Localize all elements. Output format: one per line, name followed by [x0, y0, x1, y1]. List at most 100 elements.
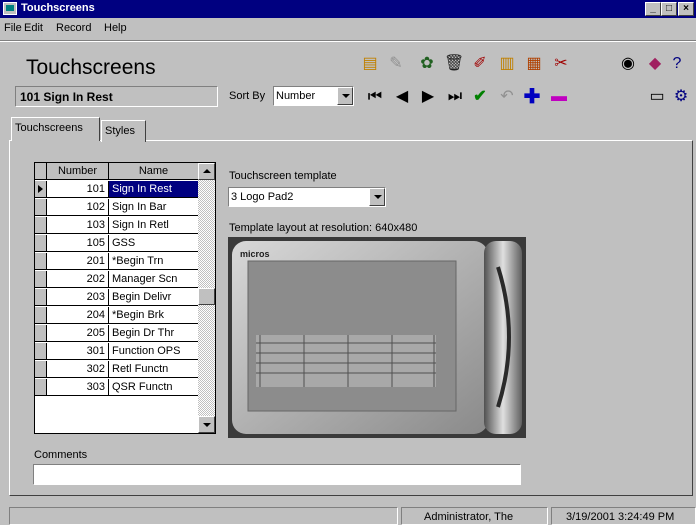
template-preview: micros — [228, 237, 526, 438]
row-selector[interactable] — [35, 253, 47, 270]
cut-icon[interactable]: ✂ — [552, 55, 570, 73]
row-number[interactable]: 205 — [47, 325, 109, 342]
layout-resolution-label: Template layout at resolution: 640x480 — [229, 222, 418, 234]
remove-record-icon[interactable]: ▬ — [550, 88, 568, 106]
status-pane-main — [9, 507, 398, 525]
row-number[interactable]: 303 — [47, 379, 109, 396]
row-name[interactable]: Function OPS — [109, 343, 199, 360]
row-selector[interactable] — [35, 343, 47, 360]
copy-record-icon[interactable]: ▤ — [361, 55, 379, 73]
template-value: 3 Logo Pad2 — [231, 191, 294, 203]
row-number[interactable]: 201 — [47, 253, 109, 270]
current-row-indicator-icon[interactable] — [35, 181, 47, 198]
edit-icon[interactable]: ✐ — [471, 55, 489, 73]
menu-record[interactable]: Record — [56, 22, 91, 34]
row-name[interactable]: GSS — [109, 235, 199, 252]
row-selector[interactable] — [35, 289, 47, 306]
brand-logo: micros — [240, 249, 270, 259]
grid-corner — [35, 163, 47, 180]
menu-separator — [0, 40, 696, 42]
row-number[interactable]: 202 — [47, 271, 109, 288]
scroll-up-button[interactable] — [198, 163, 215, 180]
table-row[interactable]: 105 GSS — [35, 235, 199, 252]
delete-icon[interactable]: 🗑 — [444, 55, 464, 73]
help-pointer-icon[interactable]: ? — [668, 55, 686, 73]
row-number[interactable]: 301 — [47, 343, 109, 360]
record-group-icon[interactable]: ✿ — [418, 55, 436, 73]
status-user: Administrator, The — [401, 507, 548, 525]
row-selector[interactable] — [35, 199, 47, 216]
row-number[interactable]: 105 — [47, 235, 109, 252]
row-name[interactable]: Retl Functn — [109, 361, 199, 378]
close-button[interactable]: × — [678, 2, 694, 16]
row-selector[interactable] — [35, 235, 47, 252]
tab-touchscreens[interactable]: Touchscreens — [11, 117, 100, 141]
tag-icon[interactable]: ◆ — [646, 55, 664, 73]
monitor-icon[interactable]: ▭ — [648, 88, 666, 106]
row-selector[interactable] — [35, 379, 47, 396]
table-row[interactable]: 302 Retl Functn — [35, 361, 199, 378]
row-selector[interactable] — [35, 361, 47, 378]
table-row[interactable]: 201 *Begin Trn — [35, 253, 199, 270]
add-record-icon[interactable]: ✚ — [523, 87, 541, 107]
row-name[interactable]: *Begin Brk — [109, 307, 199, 324]
menu-help[interactable]: Help — [104, 22, 127, 34]
row-name[interactable]: *Begin Trn — [109, 253, 199, 270]
touchscreen-grid[interactable]: Number Name 101 Sign In Rest 102 Sign In Ba… — [34, 162, 216, 434]
row-number[interactable]: 102 — [47, 199, 109, 216]
table-row[interactable]: 202 Manager Scn — [35, 271, 199, 288]
prev-record-icon[interactable]: ◀ — [393, 88, 411, 106]
network-icon[interactable]: ⚙ — [672, 88, 690, 106]
find-icon[interactable]: ◉ — [619, 55, 637, 73]
table-row[interactable]: 101 Sign In Rest — [35, 181, 199, 198]
row-number[interactable]: 204 — [47, 307, 109, 324]
row-name[interactable]: Sign In Retl — [109, 217, 199, 234]
table-row[interactable]: 204 *Begin Brk — [35, 307, 199, 324]
last-record-icon[interactable]: ⏭ — [446, 88, 464, 106]
table-row[interactable]: 303 QSR Functn — [35, 379, 199, 396]
row-name[interactable]: Begin Dr Thr — [109, 325, 199, 342]
template-select[interactable]: 3 Logo Pad2 — [228, 187, 386, 207]
row-name[interactable]: Begin Delivr — [109, 289, 199, 306]
row-selector[interactable] — [35, 325, 47, 342]
row-selector[interactable] — [35, 307, 47, 324]
grid-scrollbar[interactable] — [198, 163, 215, 433]
scroll-thumb[interactable] — [198, 288, 215, 305]
chevron-down-icon[interactable] — [369, 188, 385, 206]
table-row[interactable]: 301 Function OPS — [35, 343, 199, 360]
table-row[interactable]: 102 Sign In Bar — [35, 199, 199, 216]
row-name[interactable]: Manager Scn — [109, 271, 199, 288]
paste-icon[interactable]: ▦ — [525, 55, 543, 73]
sort-by-select[interactable]: Number — [273, 86, 354, 106]
scroll-down-button[interactable] — [198, 416, 215, 433]
save-check-icon[interactable]: ✔ — [471, 88, 489, 106]
minimize-button[interactable]: _ — [645, 2, 661, 16]
first-record-icon[interactable]: ⏮ — [366, 88, 384, 106]
row-name[interactable]: QSR Functn — [109, 379, 199, 396]
row-selector[interactable] — [35, 271, 47, 288]
next-record-icon[interactable]: ▶ — [419, 88, 437, 106]
menu-bar: File Edit Record Help — [0, 19, 696, 39]
table-row[interactable]: 205 Begin Dr Thr — [35, 325, 199, 342]
table-row[interactable]: 103 Sign In Retl — [35, 217, 199, 234]
tab-styles[interactable]: Styles — [101, 120, 146, 142]
row-name[interactable]: Sign In Rest — [109, 181, 199, 198]
row-number[interactable]: 302 — [47, 361, 109, 378]
table-row[interactable]: 203 Begin Delivr — [35, 289, 199, 306]
menu-edit[interactable]: Edit — [24, 22, 43, 34]
row-name[interactable]: Sign In Bar — [109, 199, 199, 216]
copy-icon[interactable]: ▥ — [498, 55, 516, 73]
chevron-down-icon[interactable] — [337, 87, 353, 105]
maximize-button[interactable]: □ — [661, 2, 677, 16]
comments-input[interactable] — [33, 464, 521, 485]
row-selector[interactable] — [35, 217, 47, 234]
title-bar: Touchscreens _ □ × — [0, 0, 696, 18]
row-number[interactable]: 103 — [47, 217, 109, 234]
menu-file[interactable]: File — [4, 22, 22, 34]
column-header-number[interactable]: Number — [47, 163, 109, 180]
paste-record-icon[interactable]: ✎ — [387, 55, 405, 73]
undo-icon[interactable]: ↶ — [498, 88, 516, 106]
row-number[interactable]: 203 — [47, 289, 109, 306]
row-number[interactable]: 101 — [47, 181, 109, 198]
column-header-name[interactable]: Name — [109, 163, 199, 180]
